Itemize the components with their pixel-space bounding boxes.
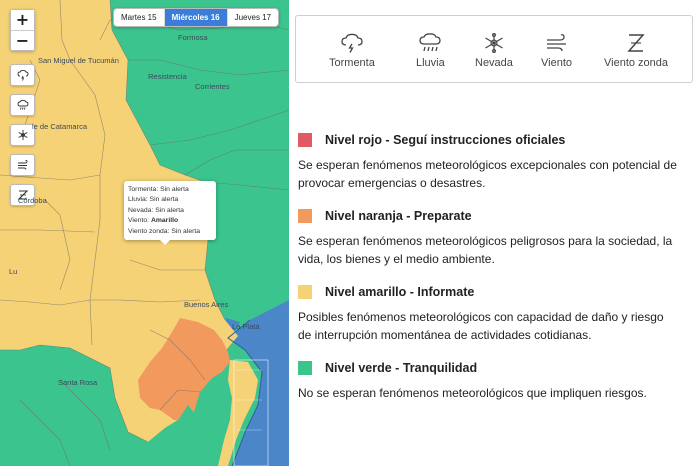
level-yellow: Nivel amarillo - Informate Posibles fenó…	[298, 285, 678, 344]
place-label: Córdoba	[18, 196, 47, 205]
wind-filter-button[interactable]	[10, 154, 35, 176]
level-description: Se esperan fenómenos meteorológicos exce…	[298, 158, 677, 190]
tab-miercoles-16[interactable]: Miércoles 16	[164, 9, 228, 26]
place-label: Resistencia	[148, 72, 187, 81]
tooltip-lluvia: Lluvia: Sin alerta	[128, 196, 179, 204]
storm-icon	[17, 69, 28, 81]
tooltip-viento-level: Amarillo	[150, 217, 179, 225]
hazard-types-box: Tormenta Lluvia Nevada Viento Viento zon…	[295, 15, 693, 83]
tooltip-tormenta: Tormenta: Sin alerta	[128, 186, 189, 193]
place-label: La Plata	[232, 322, 260, 331]
zoom-out-button[interactable]: −	[11, 30, 34, 50]
hazard-lluvia[interactable]: Lluvia	[416, 32, 445, 69]
level-description: Se esperan fenómenos meteorológicos peli…	[298, 234, 673, 266]
level-description: Posibles fenómenos meteorológicos con ca…	[298, 310, 664, 342]
level-red: Nivel rojo - Seguí instrucciones oficial…	[298, 133, 678, 192]
rain-icon	[419, 33, 442, 52]
wind-icon	[17, 159, 27, 170]
level-title: Nivel naranja - Preparate	[325, 209, 472, 223]
hazard-label: Nevada	[475, 57, 513, 69]
level-title: Nivel rojo - Seguí instrucciones oficial…	[325, 133, 566, 147]
hazard-filter-buttons	[10, 64, 35, 214]
hazard-label: Viento zonda	[604, 57, 669, 69]
place-label: Buenos Aires	[184, 300, 229, 309]
zoom-in-button[interactable]: +	[11, 10, 34, 30]
alert-map[interactable]: + − Martes 15 Miércoles 16 Jueves 17 For…	[0, 0, 289, 466]
level-color-swatch	[298, 285, 312, 299]
level-color-swatch	[298, 209, 312, 223]
rain-filter-button[interactable]	[10, 94, 35, 116]
tooltip-nevada: Nevada: Sin alerta	[128, 206, 184, 214]
storm-filter-button[interactable]	[10, 64, 35, 86]
hazard-label: Tormenta	[329, 57, 375, 69]
hazard-label: Viento	[541, 57, 572, 69]
hazard-tormenta[interactable]: Tormenta	[329, 32, 375, 69]
tooltip-viento-zonda: Viento zonda: Sin alerta	[128, 227, 201, 235]
place-label: San Miguel de Tucumán	[38, 56, 119, 65]
tooltip-viento: Viento: Amarillo	[128, 217, 179, 225]
snow-icon	[485, 33, 503, 53]
tab-jueves-17[interactable]: Jueves 17	[228, 9, 278, 26]
place-label: Santa Rosa	[58, 378, 98, 387]
zonda-wind-icon	[627, 34, 645, 52]
level-title: Nivel amarillo - Informate	[325, 285, 475, 299]
hazard-nevada[interactable]: Nevada	[475, 32, 513, 69]
hazard-label: Lluvia	[416, 57, 445, 69]
alert-tooltip: Tormenta: Sin alerta Lluvia: Sin alerta …	[124, 181, 216, 246]
tooltip-pointer	[160, 240, 170, 246]
tab-martes-15[interactable]: Martes 15	[114, 9, 165, 26]
place-label: le de Catamarca	[32, 122, 88, 131]
level-description: No se esperan fenómenos meteorológicos q…	[298, 386, 647, 400]
level-title: Nivel verde - Tranquilidad	[325, 361, 478, 375]
place-label: Lu	[9, 267, 18, 276]
zoom-control: + −	[10, 9, 35, 51]
storm-icon	[341, 33, 363, 53]
hazard-viento-zonda[interactable]: Viento zonda	[604, 32, 668, 69]
snow-icon	[17, 130, 28, 140]
rain-icon	[17, 99, 28, 110]
level-orange: Nivel naranja - Preparate Se esperan fen…	[298, 209, 678, 268]
level-color-swatch	[298, 133, 312, 147]
hazard-viento[interactable]: Viento	[541, 32, 572, 69]
level-green: Nivel verde - Tranquilidad No se esperan…	[298, 361, 678, 402]
place-label: Formosa	[178, 33, 208, 42]
level-color-swatch	[298, 361, 312, 375]
wind-icon	[546, 34, 566, 52]
place-label: Corrientes	[195, 82, 230, 91]
day-selector: Martes 15 Miércoles 16 Jueves 17	[113, 8, 280, 27]
